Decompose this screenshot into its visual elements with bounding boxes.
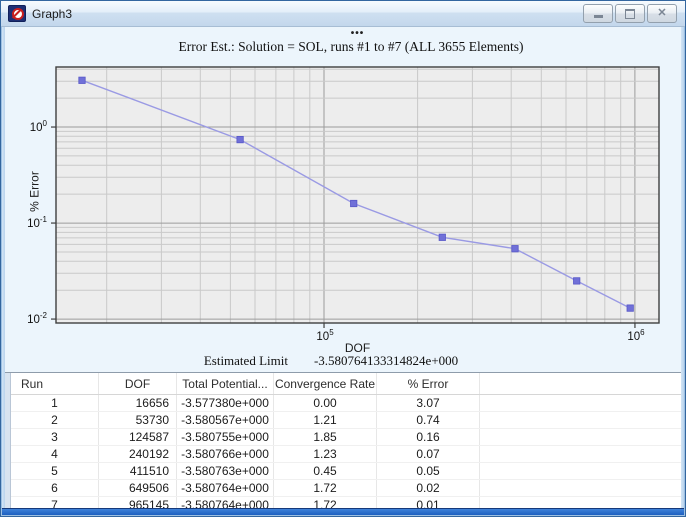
table-cell: 124587 [99, 429, 177, 445]
table-cell: 0.02 [377, 480, 480, 496]
table-cell: 411510 [99, 463, 177, 479]
results-table-body: 116656-3.577380e+0000.003.07253730-3.580… [11, 395, 681, 514]
table-row[interactable]: 3124587-3.580755e+0001.850.16 [11, 429, 681, 446]
column-header[interactable]: DOF [99, 373, 177, 394]
table-cell: 0.07 [377, 446, 480, 462]
table-row[interactable]: 116656-3.577380e+0000.003.07 [11, 395, 681, 412]
table-cell-filler [480, 463, 681, 479]
table-cell: 1.72 [274, 480, 377, 496]
table-cell: -3.580763e+000 [177, 463, 274, 479]
table-cell: 0.00 [274, 395, 377, 411]
column-header[interactable]: Convergence Rate [274, 373, 377, 394]
table-cell: 0.05 [377, 463, 480, 479]
title-bar[interactable]: Graph3 ✕ [1, 1, 685, 27]
window-title: Graph3 [32, 7, 72, 21]
table-cell-filler [480, 446, 681, 462]
window-left-border [2, 27, 5, 509]
table-row-gutter [5, 373, 11, 509]
table-cell: 6 [11, 480, 99, 496]
table-cell: 3 [11, 429, 99, 445]
table-cell: -3.580755e+000 [177, 429, 274, 445]
table-header-row: RunDOFTotal Potential...Convergence Rate… [11, 373, 681, 395]
results-table: RunDOFTotal Potential...Convergence Rate… [5, 372, 681, 509]
table-cell: 16656 [99, 395, 177, 411]
table-row[interactable]: 6649506-3.580764e+0001.720.02 [11, 480, 681, 497]
table-cell: 53730 [99, 412, 177, 428]
maximize-button[interactable] [615, 4, 645, 23]
table-cell: 1.21 [274, 412, 377, 428]
app-icon[interactable] [8, 5, 26, 22]
table-cell: 1 [11, 395, 99, 411]
y-axis-label: % Error [28, 112, 43, 272]
table-cell: 240192 [99, 446, 177, 462]
table-cell-filler [480, 412, 681, 428]
table-cell: 4 [11, 446, 99, 462]
table-cell: -3.580766e+000 [177, 446, 274, 462]
column-header[interactable]: % Error [377, 373, 480, 394]
estimated-limit-row: Estimated Limit -3.580764133314824e+000 [1, 353, 661, 369]
window-right-border [681, 27, 684, 509]
table-cell: 1.23 [274, 446, 377, 462]
column-header[interactable]: Run [11, 373, 99, 394]
table-cell: 1.85 [274, 429, 377, 445]
table-cell: 5 [11, 463, 99, 479]
estimated-limit-label: Estimated Limit [204, 353, 288, 369]
chart-canvas[interactable]: 10510610010-110-2 [1, 27, 686, 357]
table-cell-filler [480, 480, 681, 496]
minimize-icon [594, 15, 603, 18]
table-cell: -3.577380e+000 [177, 395, 274, 411]
table-cell: 2 [11, 412, 99, 428]
table-cell: -3.580567e+000 [177, 412, 274, 428]
table-row[interactable]: 4240192-3.580766e+0001.230.07 [11, 446, 681, 463]
table-cell: 3.07 [377, 395, 480, 411]
table-cell: 0.16 [377, 429, 480, 445]
close-icon: ✕ [657, 8, 666, 19]
close-button[interactable]: ✕ [647, 4, 677, 23]
window-controls: ✕ [583, 4, 685, 23]
table-cell-filler [480, 429, 681, 445]
chart-title: Error Est.: Solution = SOL, runs #1 to #… [41, 39, 661, 55]
column-header-filler [480, 373, 681, 394]
estimated-limit-value: -3.580764133314824e+000 [314, 353, 458, 369]
svg-text:10-2: 10-2 [27, 311, 47, 326]
table-cell: 0.45 [274, 463, 377, 479]
window-bottom-border [2, 508, 684, 515]
maximize-icon [625, 9, 635, 19]
minimize-button[interactable] [583, 4, 613, 23]
graph-window: Graph3 ✕ ••• Error Est.: Solution = SOL,… [0, 0, 686, 517]
table-row[interactable]: 253730-3.580567e+0001.210.74 [11, 412, 681, 429]
table-row[interactable]: 5411510-3.580763e+0000.450.05 [11, 463, 681, 480]
column-header[interactable]: Total Potential... [177, 373, 274, 394]
table-cell: 0.74 [377, 412, 480, 428]
table-cell-filler [480, 395, 681, 411]
table-cell: 649506 [99, 480, 177, 496]
table-cell: -3.580764e+000 [177, 480, 274, 496]
chart-handle-dots[interactable]: ••• [56, 28, 659, 39]
